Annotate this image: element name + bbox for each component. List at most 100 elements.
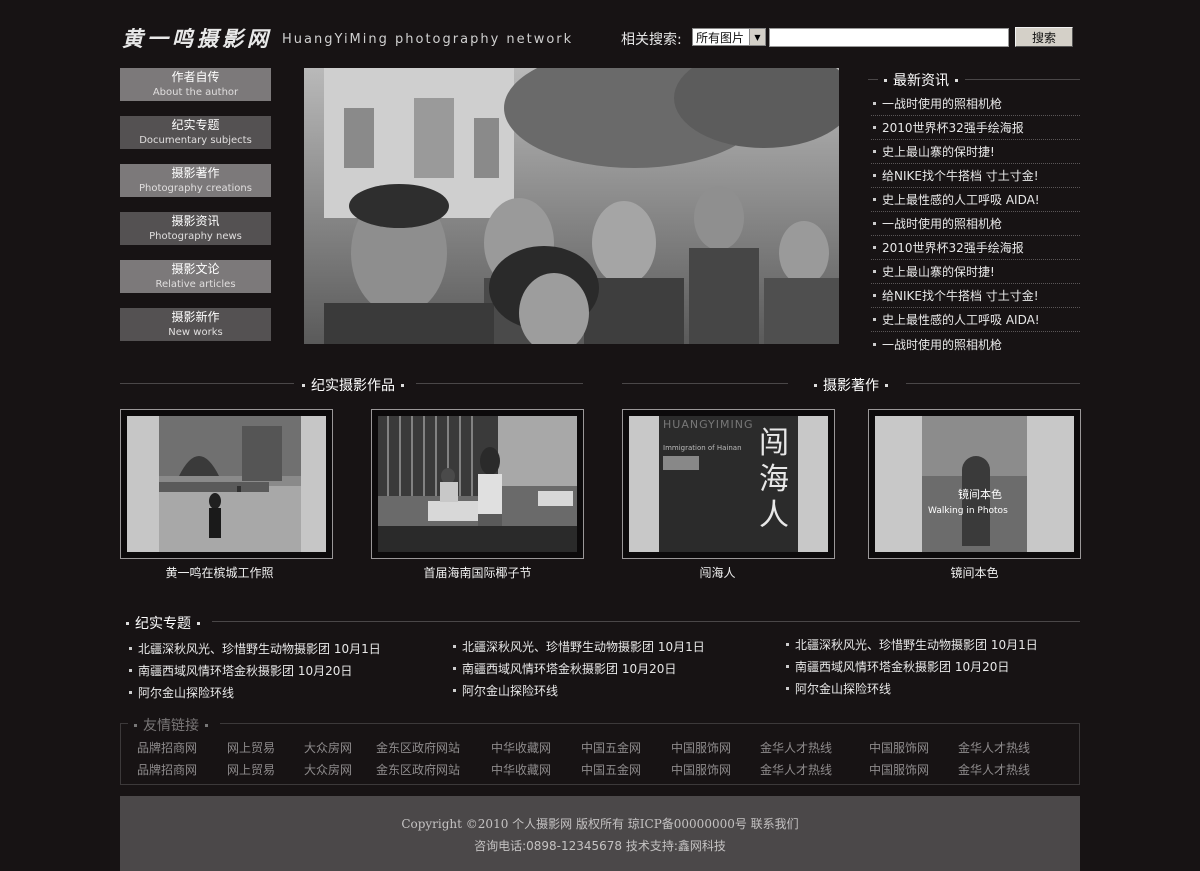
friend-link[interactable]: 中国服饰网 [869,739,958,756]
work-caption[interactable]: 镜间本色 [868,564,1081,581]
dot-icon [302,383,305,387]
news-item-label: 一战时使用的照相机枪 [882,337,1003,352]
news-item[interactable]: 史上最山寨的保时捷! [871,140,1080,164]
documentary-works-title: 纪实摄影作品 [311,378,395,394]
friend-link[interactable]: 中国五金网 [581,739,671,756]
nav-label-en: Photography news [149,230,242,242]
news-item[interactable]: 史上最性感的人工呼吸 AIDA! [871,308,1080,332]
friend-link[interactable]: 品牌招商网 [137,739,227,756]
nav-label-cn: 纪实专题 [171,117,220,132]
friend-link[interactable]: 网上贸易 [227,761,304,778]
friend-link[interactable]: 金华人才热线 [958,739,1048,756]
news-item[interactable]: 史上最性感的人工呼吸 AIDA! [871,188,1080,212]
news-list: 一战时使用的照相机枪 2010世界杯32强手绘海报 史上最山寨的保时捷! 给NI… [871,92,1080,356]
search-category-value: 所有图片 [696,30,745,45]
nav-label-cn: 摄影资讯 [171,213,220,228]
news-item[interactable]: 2010世界杯32强手绘海报 [871,236,1080,260]
documentary-item-label: 南疆西域风情环塔金秋摄影团 10月20日 [795,659,1010,674]
documentary-item[interactable]: 阿尔金山探险环线 [129,681,449,703]
news-item-label: 史上最山寨的保时捷! [882,265,995,279]
books-heading: 摄影著作 [808,375,894,395]
friend-link[interactable]: 大众房网 [304,739,376,756]
news-item[interactable]: 一战时使用的照相机枪 [871,92,1080,116]
search-category-select[interactable]: 所有图片 ▼ [692,28,766,46]
nav-item-news[interactable]: 摄影资讯 Photography news [120,212,271,245]
bullet-icon [129,690,132,694]
documentary-item[interactable]: 北疆深秋风光、珍惜野生动物摄影团 10月1日 [129,637,449,659]
books-rule-left [622,383,788,384]
nav-label-en: Photography creations [139,182,252,194]
dot-icon [884,78,887,82]
search-label: 相关搜索: [621,32,682,48]
documentary-item[interactable]: 北疆深秋风光、珍惜野生动物摄影团 10月1日 [453,635,773,657]
friend-link[interactable]: 中华收藏网 [491,739,581,756]
nav-item-new-works[interactable]: 摄影新作 New works [120,308,271,341]
news-item-label: 史上最性感的人工呼吸 AIDA! [882,313,1040,327]
friend-link[interactable]: 品牌招商网 [137,761,227,778]
documentary-item[interactable]: 南疆西域风情环塔金秋摄影团 10月20日 [453,657,773,679]
nav-label-cn: 摄影新作 [171,309,220,324]
book-thumbnail[interactable]: Walking in Photos 镜间本色 [868,409,1081,559]
friend-link[interactable]: 中国服饰网 [671,739,760,756]
friend-link[interactable]: 中华收藏网 [491,761,581,778]
book-cover-art: Walking in Photos 镜间本色 [922,416,1027,552]
news-item[interactable]: 给NIKE找个牛搭档 寸土寸金! [871,284,1080,308]
friend-link[interactable]: 网上贸易 [227,739,304,756]
news-item[interactable]: 给NIKE找个牛搭档 寸土寸金! [871,164,1080,188]
documentary-rule [212,621,1080,622]
work-thumbnail[interactable] [120,409,333,559]
news-item[interactable]: 一战时使用的照相机枪 [871,332,1080,356]
work-caption[interactable]: 首届海南国际椰子节 [371,564,584,581]
bullet-icon [129,646,132,650]
friend-links-heading: 友情链接 [128,715,220,735]
documentary-item[interactable]: 北疆深秋风光、珍惜野生动物摄影团 10月1日 [786,633,1106,655]
site-logo[interactable]: 黄一鸣摄影网 HuangYiMing photography network [122,24,573,52]
news-item[interactable]: 2010世界杯32强手绘海报 [871,116,1080,140]
book-cover-photo [663,456,699,470]
book-thumbnail[interactable]: HUANGYIMING Immigration of Hainan 闯海人 [622,409,835,559]
news-item-label: 2010世界杯32强手绘海报 [882,241,1024,255]
chevron-down-icon[interactable]: ▼ [749,29,765,45]
hero-photo[interactable] [304,68,839,344]
friend-link[interactable]: 中国服饰网 [869,761,958,778]
book-cover-en: Walking in Photos [928,506,1008,516]
documentary-item[interactable]: 阿尔金山探险环线 [453,679,773,701]
friend-link[interactable]: 金华人才热线 [760,739,869,756]
nav-item-creations[interactable]: 摄影著作 Photography creations [120,164,271,197]
work-caption[interactable]: 黄一鸣在槟城工作照 [113,564,326,581]
friend-links-row: 品牌招商网 网上贸易 大众房网 金东区政府网站 中华收藏网 中国五金网 中国服饰… [137,761,1048,778]
friend-link[interactable]: 中国五金网 [581,761,671,778]
friend-link[interactable]: 金华人才热线 [760,761,869,778]
friend-link[interactable]: 大众房网 [304,761,376,778]
documentary-item[interactable]: 阿尔金山探险环线 [786,677,1106,699]
friend-link[interactable]: 金东区政府网站 [376,739,491,756]
nav-item-articles[interactable]: 摄影文论 Relative articles [120,260,271,293]
news-item[interactable]: 史上最山寨的保时捷! [871,260,1080,284]
news-rule-right [965,79,1080,80]
friend-link[interactable]: 中国服饰网 [671,761,760,778]
search-button[interactable]: 搜索 [1015,27,1073,47]
friend-link[interactable]: 金东区政府网站 [376,761,491,778]
news-item-label: 史上最山寨的保时捷! [882,145,995,159]
book-cover-art: HUANGYIMING Immigration of Hainan 闯海人 [659,416,798,552]
documentary-item[interactable]: 南疆西域风情环塔金秋摄影团 10月20日 [786,655,1106,677]
friend-link[interactable]: 金华人才热线 [958,761,1048,778]
search-input[interactable] [769,28,1009,47]
news-item[interactable]: 一战时使用的照相机枪 [871,212,1080,236]
documentary-item[interactable]: 南疆西域风情环塔金秋摄影团 10月20日 [129,659,449,681]
nav-label-cn: 摄影著作 [171,165,220,180]
documentary-item-label: 南疆西域风情环塔金秋摄影团 10月20日 [462,661,677,676]
work-caption[interactable]: 闯海人 [611,564,824,581]
documentary-column: 北疆深秋风光、珍惜野生动物摄影团 10月1日 南疆西域风情环塔金秋摄影团 10月… [453,635,773,701]
nav-label-cn: 作者自传 [171,69,220,84]
nav-label-en: New works [168,326,223,338]
work-thumbnail[interactable] [371,409,584,559]
documentary-item-label: 阿尔金山探险环线 [138,685,235,700]
book-cover: Walking in Photos 镜间本色 [875,416,1074,552]
nav-item-about[interactable]: 作者自传 About the author [120,68,271,101]
nav-item-documentary[interactable]: 纪实专题 Documentary subjects [120,116,271,149]
documentary-item-label: 北疆深秋风光、珍惜野生动物摄影团 10月1日 [138,641,381,656]
bullet-icon [873,126,876,129]
books-rule-right [906,383,1080,384]
bullet-icon [873,294,876,297]
